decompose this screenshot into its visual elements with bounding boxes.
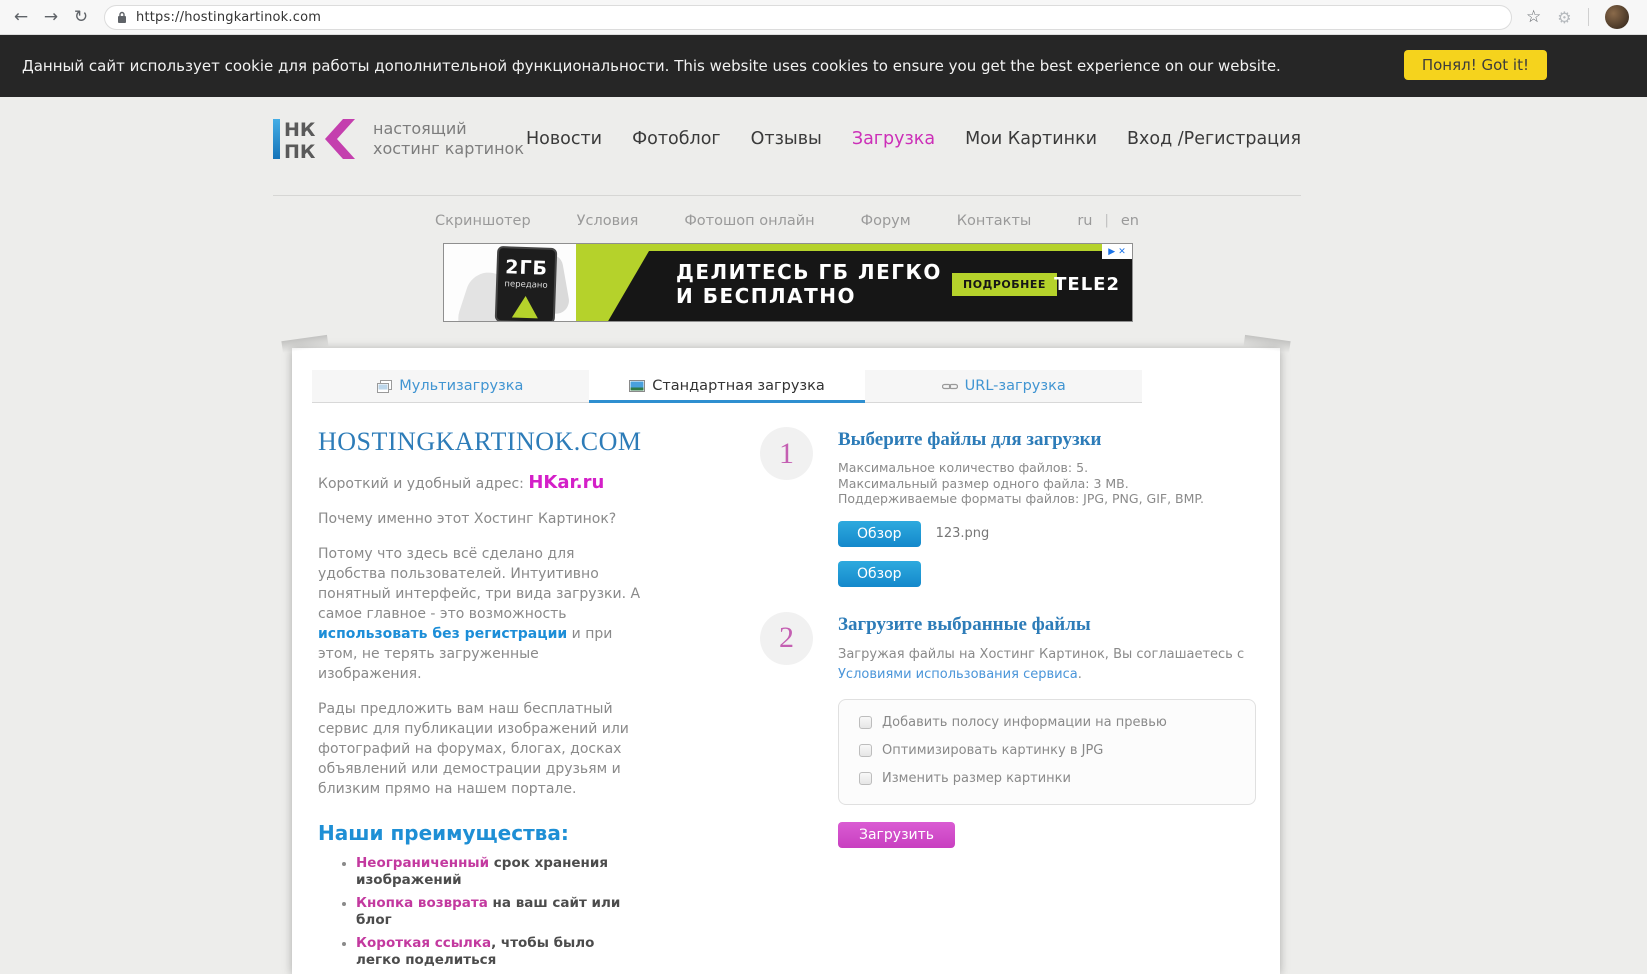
checkbox-optimize-jpg[interactable] <box>859 743 872 757</box>
short-address-line: Короткий и удобный адрес: HKar.ru <box>318 472 605 493</box>
back-icon[interactable]: ← <box>6 7 36 27</box>
ad-headline: ДЕЛИТЕСЬ ГБ ЛЕГКО И БЕСПЛАТНО <box>676 260 942 308</box>
sheet-fold-left <box>281 334 329 354</box>
advantages-list: Неограниченный срок хранения изображений… <box>318 855 642 974</box>
svg-text:ПК: ПК <box>284 141 316 162</box>
svg-text:НК: НК <box>284 119 316 141</box>
checkbox-resize[interactable] <box>859 771 872 785</box>
url-upload-icon <box>941 383 958 389</box>
profile-avatar[interactable] <box>1604 5 1629 29</box>
advantages-title: Наши преимущества: <box>318 821 569 845</box>
tab-standard-upload[interactable]: Стандартная загрузка <box>588 370 866 403</box>
terms-note: Загружая файлы на Хостинг Картинок, Вы с… <box>838 646 1245 682</box>
why-question: Почему именно этот Хостинг Картинок? <box>318 511 617 527</box>
browser-chrome: ← → ↻ https://hostingkartinok.com ☆ ⚙ <box>0 0 1647 35</box>
site-logo[interactable]: НК ПК <box>273 116 361 162</box>
no-registration-link[interactable]: использовать без регистрации <box>318 626 567 642</box>
ad-banner[interactable]: 2ГБ передано ДЕЛИТЕСЬ ГБ ЛЕГКО И БЕСПЛАТ… <box>443 243 1133 322</box>
list-item: Неограниченный срок хранения изображений <box>356 855 642 889</box>
multi-upload-icon <box>377 379 393 393</box>
option-info-strip[interactable]: Добавить полосу информации на превью <box>859 715 1255 730</box>
cookie-banner: Данный сайт использует cookie для работы… <box>0 35 1647 97</box>
site-header: НК ПК настоящий хостинг картинок Новости… <box>273 97 1301 181</box>
checkbox-info-strip[interactable] <box>859 715 872 729</box>
adchoices-icon[interactable]: ▶ ✕ <box>1102 244 1132 259</box>
option-optimize-jpg[interactable]: Оптимизировать картинку в JPG <box>859 743 1255 758</box>
address-bar[interactable]: https://hostingkartinok.com <box>104 4 1512 30</box>
subnav-terms[interactable]: Условия <box>577 213 639 229</box>
main-nav: Новости Фотоблог Отзывы Загрузка Мои Кар… <box>526 129 1301 149</box>
selected-file-name: 123.png <box>935 526 990 541</box>
option-resize[interactable]: Изменить размер картинки <box>859 771 1255 786</box>
ad-badge-value: 2ГБ <box>504 256 549 280</box>
short-address-link[interactable]: HKar.ru <box>528 472 604 493</box>
nav-news[interactable]: Новости <box>526 129 602 149</box>
secondary-nav: Скриншотер Условия Фотошоп онлайн Форум … <box>273 195 1301 243</box>
tab-multi-upload[interactable]: Мультизагрузка <box>312 370 589 402</box>
subnav-photoshop-online[interactable]: Фотошоп онлайн <box>684 213 814 229</box>
file-row: Обзор <box>838 560 1204 587</box>
step-2-title: Загрузите выбранные файлы <box>838 613 1091 635</box>
lang-separator: | <box>1104 213 1109 228</box>
intro-paragraph-1: Потому что здесь всё сделано для удобств… <box>318 546 641 682</box>
ad-lime-strip <box>562 244 1132 251</box>
main-content-sheet: Мультизагрузка Стандартная загрузка URL-… <box>281 334 1291 974</box>
upload-button[interactable]: Загрузить <box>838 821 956 848</box>
lang-en[interactable]: en <box>1121 213 1139 229</box>
nav-reviews[interactable]: Отзывы <box>751 129 822 149</box>
toolbar-divider <box>1587 8 1589 26</box>
list-item: Кнопка возврата на ваш сайт или блог <box>356 895 642 929</box>
nav-photoblog[interactable]: Фотоблог <box>632 129 721 149</box>
browse-button-1[interactable]: Обзор <box>838 520 921 547</box>
ad-badge-label: передано <box>504 279 548 291</box>
sheet-fold-right <box>1243 334 1291 354</box>
upload-tabs: Мультизагрузка Стандартная загрузка URL-… <box>312 370 1142 403</box>
browse-button-2[interactable]: Обзор <box>838 560 921 587</box>
upload-arrow-icon <box>511 295 539 319</box>
list-item: Короткая ссылка, чтобы было легко подели… <box>356 935 642 969</box>
forward-icon[interactable]: → <box>36 7 66 27</box>
formats-note: Поддерживаемые форматы файлов: JPG, PNG,… <box>838 491 1204 506</box>
tab-url-upload[interactable]: URL-загрузка <box>865 370 1142 402</box>
logo-icon: НК ПК <box>273 119 355 162</box>
phone-image: 2ГБ передано <box>494 245 558 321</box>
extension-icon[interactable]: ⚙ <box>1557 8 1571 27</box>
nav-login-register[interactable]: Вход /Регистрация <box>1127 129 1301 149</box>
upload-column: 1 Выберите файлы для загрузки Максимальн… <box>760 427 1260 848</box>
subnav-screenshoter[interactable]: Скриншотер <box>435 213 531 229</box>
terms-link[interactable]: Условиями использования сервиса <box>838 667 1078 682</box>
url-text: https://hostingkartinok.com <box>136 9 322 25</box>
refresh-icon[interactable]: ↻ <box>66 7 96 27</box>
intro-paragraph-2: Рады предложить вам наш бесплатный серви… <box>318 701 629 797</box>
ad-cta-button[interactable]: ПОДРОБНЕЕ <box>952 273 1057 296</box>
subnav-contacts[interactable]: Контакты <box>957 213 1032 229</box>
standard-upload-icon <box>629 380 646 392</box>
upload-options-box: Добавить полосу информации на превью Опт… <box>838 698 1256 805</box>
logo-tagline: настоящий хостинг картинок <box>373 119 524 158</box>
step-2: 2 Загрузите выбранные файлы Загружая фай… <box>760 611 1260 848</box>
step-1-number: 1 <box>760 427 813 480</box>
step-2-number: 2 <box>760 611 813 665</box>
ad-brand-logo: TELE2 <box>1054 274 1120 295</box>
step-1-title: Выберите файлы для загрузки <box>838 429 1102 450</box>
lang-ru[interactable]: ru <box>1077 213 1092 229</box>
cookie-accept-button[interactable]: Понял! Got it! <box>1403 50 1547 80</box>
intro-column: HOSTINGKARTINOK.COM Короткий и удобный а… <box>318 427 642 974</box>
max-size-note: Максимальный размер одного файла: 3 MB. <box>838 475 1129 491</box>
cookie-message: Данный сайт использует cookie для работы… <box>22 57 1281 75</box>
subnav-forum[interactable]: Форум <box>861 213 911 229</box>
bookmark-star-icon[interactable]: ☆ <box>1526 7 1541 27</box>
file-row: Обзор 123.png <box>838 520 1204 547</box>
step-1: 1 Выберите файлы для загрузки Максимальн… <box>760 427 1260 587</box>
nav-upload[interactable]: Загрузка <box>852 129 935 149</box>
max-files-note: Максимальное количество файлов: 5. <box>838 460 1089 475</box>
nav-my-pictures[interactable]: Мои Картинки <box>965 129 1097 149</box>
site-title: HOSTINGKARTINOK.COM <box>318 427 642 456</box>
lock-icon <box>118 11 126 23</box>
